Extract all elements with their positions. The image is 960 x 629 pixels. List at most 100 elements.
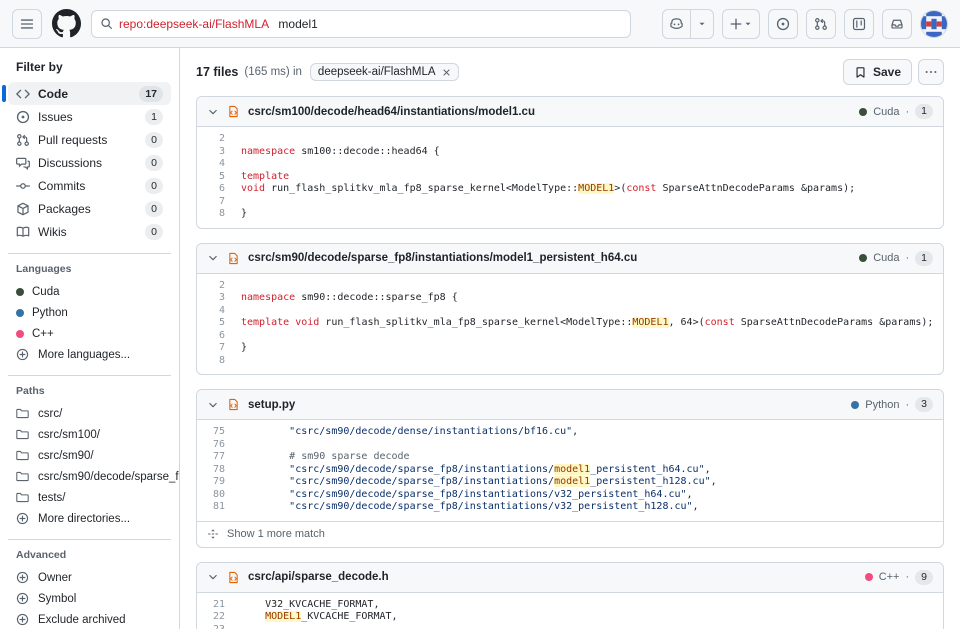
chevron-down-icon[interactable]	[207, 399, 219, 411]
code-snippet: 21 V32_KVCACHE_FORMAT, 22 MODEL1_KVCACHE…	[197, 593, 943, 629]
code-snippet: 2 3 namespace sm90::decode::sparse_fp8 {…	[197, 274, 943, 375]
sidebar-item-code[interactable]: Code 17	[8, 82, 171, 105]
code-snippet: 75 "csrc/sm90/decode/dense/instantiation…	[197, 420, 943, 521]
more-options-button[interactable]	[918, 59, 944, 85]
repo-filter-chip[interactable]: deepseek-ai/FlashMLA	[310, 63, 459, 81]
path-filter-label: csrc/sm100/	[38, 429, 100, 441]
line-number: 3	[197, 292, 241, 305]
line-number: 6	[197, 183, 241, 196]
inbox-button[interactable]	[882, 9, 912, 39]
chevron-down-icon[interactable]	[207, 252, 219, 264]
search-match-highlight: MODEL1	[578, 183, 614, 194]
more-directories-button[interactable]: More directories...	[8, 508, 171, 529]
folder-icon	[16, 428, 30, 441]
file-path-link[interactable]: setup.py	[248, 399, 295, 411]
advanced-filter-symbol[interactable]: Symbol	[8, 588, 171, 609]
projects-button[interactable]	[844, 9, 874, 39]
sidebar-nav: Code 17 Issues 1 Pull requests 0 Discuss…	[8, 82, 171, 243]
code-icon	[16, 87, 30, 101]
sidebar-item-pull-requests[interactable]: Pull requests 0	[8, 128, 171, 151]
chevron-down-icon[interactable]	[207, 571, 219, 583]
line-number: 75	[197, 426, 241, 439]
sidebar-item-label: Commits	[38, 179, 137, 193]
copilot-button[interactable]	[663, 10, 690, 38]
close-icon[interactable]	[442, 68, 451, 77]
code-line-row: 21 V32_KVCACHE_FORMAT,	[197, 599, 943, 612]
language-filter-label: Cuda	[32, 286, 60, 298]
projects-icon	[852, 17, 866, 31]
pr-icon	[16, 133, 30, 147]
line-number: 6	[197, 330, 241, 343]
show-more-matches-button[interactable]: Show 1 more match	[197, 521, 943, 547]
sidebar-item-label: Packages	[38, 202, 137, 216]
match-count-badge: 1	[915, 104, 933, 119]
advanced-filter-owner[interactable]: Owner	[8, 567, 171, 588]
languages-section: Languages Cuda Python C++ More languages…	[8, 253, 171, 365]
results-panel: 17 files (165 ms) in deepseek-ai/FlashML…	[180, 48, 960, 629]
more-languages-button[interactable]: More languages...	[8, 344, 171, 365]
language-filter-cuda[interactable]: Cuda	[8, 281, 171, 302]
more-languages-label: More languages...	[38, 349, 130, 361]
code-line	[241, 355, 943, 368]
file-path-link[interactable]: csrc/sm100/decode/head64/instantiations/…	[248, 106, 535, 118]
search-qualifier: repo:deepseek-ai/FlashMLA	[119, 17, 269, 31]
line-number: 79	[197, 476, 241, 489]
avatar-image	[921, 11, 947, 37]
line-number: 78	[197, 464, 241, 477]
code-line: void run_flash_splitkv_mla_fp8_sparse_ke…	[241, 183, 943, 196]
code-line	[241, 305, 943, 318]
sidebar-item-packages[interactable]: Packages 0	[8, 197, 171, 220]
path-filter-csrc-sm90-decode-sparse-fp8[interactable]: csrc/sm90/decode/sparse_fp8/	[8, 466, 171, 487]
sidebar-item-issues[interactable]: Issues 1	[8, 105, 171, 128]
language-filter-label: Python	[32, 307, 68, 319]
path-filter-csrc-sm90[interactable]: csrc/sm90/	[8, 445, 171, 466]
copilot-menu-button[interactable]	[691, 10, 713, 38]
global-menu-button[interactable]	[12, 9, 42, 39]
code-line: MODEL1_KVCACHE_FORMAT,	[241, 611, 943, 624]
result-card: csrc/sm90/decode/sparse_fp8/instantiatio…	[196, 243, 944, 376]
file-code-icon	[227, 398, 240, 411]
save-button[interactable]: Save	[843, 59, 912, 85]
code-line: namespace sm90::decode::sparse_fp8 {	[241, 292, 943, 305]
discussion-icon	[16, 156, 30, 170]
file-path-link[interactable]: csrc/sm90/decode/sparse_fp8/instantiatio…	[248, 252, 637, 264]
code-line: namespace sm100::decode::head64 {	[241, 146, 943, 159]
path-filter-csrc[interactable]: csrc/	[8, 403, 171, 424]
results-list: csrc/sm100/decode/head64/instantiations/…	[196, 96, 944, 629]
folder-icon	[16, 491, 30, 504]
sidebar-item-discussions[interactable]: Discussions 0	[8, 151, 171, 174]
issues-button[interactable]	[768, 9, 798, 39]
file-path-link[interactable]: csrc/api/sparse_decode.h	[248, 571, 389, 583]
line-number: 80	[197, 489, 241, 502]
paths-section: Paths csrc/ csrc/sm100/ csrc/sm90/ csrc/…	[8, 375, 171, 529]
more-directories-label: More directories...	[38, 513, 130, 525]
language-label: C++	[879, 571, 900, 583]
avatar[interactable]	[920, 10, 948, 38]
code-line: template void run_flash_splitkv_mla_fp8_…	[241, 317, 943, 330]
language-color-dot	[16, 288, 24, 296]
result-card-header: csrc/api/sparse_decode.h C++ · 9	[197, 563, 943, 593]
advanced-filter-exclude-archived[interactable]: Exclude archived	[8, 609, 171, 629]
create-new-button[interactable]	[723, 10, 759, 38]
chevron-down-icon	[697, 19, 707, 29]
commit-icon	[16, 179, 30, 193]
sidebar-item-commits[interactable]: Commits 0	[8, 174, 171, 197]
code-line: }	[241, 208, 943, 221]
result-card: setup.py Python · 3 75 "csrc/sm90/decode…	[196, 389, 944, 548]
language-filter-python[interactable]: Python	[8, 302, 171, 323]
pull-requests-button[interactable]	[806, 9, 836, 39]
path-filter-tests[interactable]: tests/	[8, 487, 171, 508]
search-input[interactable]: repo:deepseek-ai/FlashMLA model1	[91, 10, 631, 38]
match-count-badge: 3	[915, 397, 933, 412]
code-line-row: 5 template	[197, 171, 943, 184]
language-filter-c[interactable]: C++	[8, 323, 171, 344]
chevron-down-icon[interactable]	[207, 106, 219, 118]
page-layout: Filter by Code 17 Issues 1 Pull requests…	[0, 48, 960, 629]
search-match-highlight: model1	[554, 464, 590, 475]
code-line-row: 4	[197, 305, 943, 318]
github-logo[interactable]	[52, 9, 81, 38]
code-line	[241, 330, 943, 343]
path-filter-csrc-sm100[interactable]: csrc/sm100/	[8, 424, 171, 445]
line-number: 2	[197, 280, 241, 293]
sidebar-item-wikis[interactable]: Wikis 0	[8, 220, 171, 243]
